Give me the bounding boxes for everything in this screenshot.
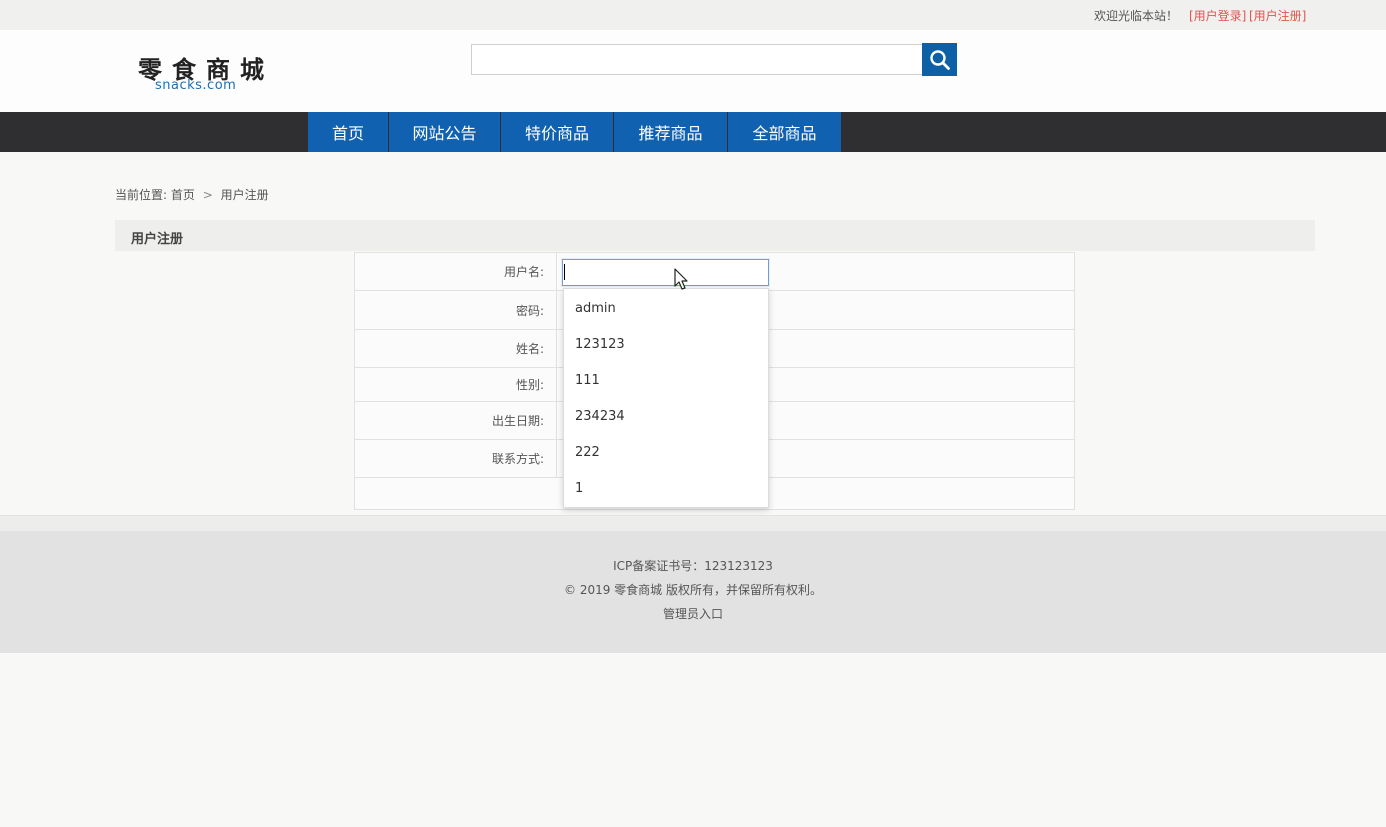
gender-label: 性别:: [355, 368, 557, 401]
actions-cell: [355, 478, 557, 509]
username-label: 用户名:: [355, 253, 557, 290]
search-input[interactable]: [471, 44, 923, 75]
site-logo-domain: snacks.com: [155, 78, 237, 93]
search-button[interactable]: [922, 43, 957, 76]
nav-item-recommended[interactable]: 推荐商品: [614, 112, 727, 152]
footer-divider: [0, 515, 1386, 531]
autocomplete-option[interactable]: 234234: [564, 398, 768, 434]
name-label: 姓名:: [355, 330, 557, 367]
top-bar: 欢迎光临本站！ [用户登录] [用户注册]: [0, 0, 1386, 30]
panel-title: 用户注册: [131, 232, 184, 247]
breadcrumb-prefix: 当前位置:: [115, 188, 168, 202]
admin-entry-link[interactable]: 管理员入口: [0, 605, 1386, 622]
main-nav: 首页 网站公告 特价商品 推荐商品 全部商品: [0, 112, 1386, 152]
breadcrumb-current: 用户注册: [220, 188, 269, 202]
login-link[interactable]: [用户登录]: [1189, 7, 1246, 24]
birthdate-label: 出生日期:: [355, 402, 557, 439]
nav-item-special-offers[interactable]: 特价商品: [501, 112, 613, 152]
icp-text: ICP备案证书号：123123123: [613, 559, 773, 573]
nav-item-all-products[interactable]: 全部商品: [728, 112, 841, 152]
panel-header: 用户注册: [115, 220, 1315, 251]
text-caret: [564, 264, 565, 280]
contact-label: 联系方式:: [355, 440, 557, 477]
autocomplete-option[interactable]: 1: [564, 470, 768, 506]
username-field[interactable]: [562, 259, 769, 286]
nav-item-home[interactable]: 首页: [308, 112, 388, 152]
breadcrumb-home[interactable]: 首页: [171, 188, 195, 202]
autocomplete-option[interactable]: 222: [564, 434, 768, 470]
welcome-text: 欢迎光临本站！: [1094, 9, 1179, 23]
breadcrumb-separator: >: [202, 188, 213, 202]
site-header: 零食商城 snacks.com: [0, 30, 1386, 112]
autocomplete-option[interactable]: 123123: [564, 326, 768, 362]
password-label: 密码:: [355, 291, 557, 329]
register-link[interactable]: [用户注册]: [1249, 7, 1306, 24]
search-icon: [929, 49, 950, 70]
copyright-text: © 2019 零食商城 版权所有，并保留所有权利。: [564, 583, 822, 597]
autocomplete-option[interactable]: admin: [564, 290, 768, 326]
nav-item-announcements[interactable]: 网站公告: [389, 112, 500, 152]
mouse-cursor-icon: [674, 268, 688, 290]
autocomplete-option[interactable]: 111: [564, 362, 768, 398]
autocomplete-dropdown: admin 123123 111 234234 222 1: [563, 288, 769, 508]
breadcrumb: 当前位置: 首页 > 用户注册: [115, 186, 269, 203]
site-footer: ICP备案证书号：123123123 © 2019 零食商城 版权所有，并保留所…: [0, 531, 1386, 653]
